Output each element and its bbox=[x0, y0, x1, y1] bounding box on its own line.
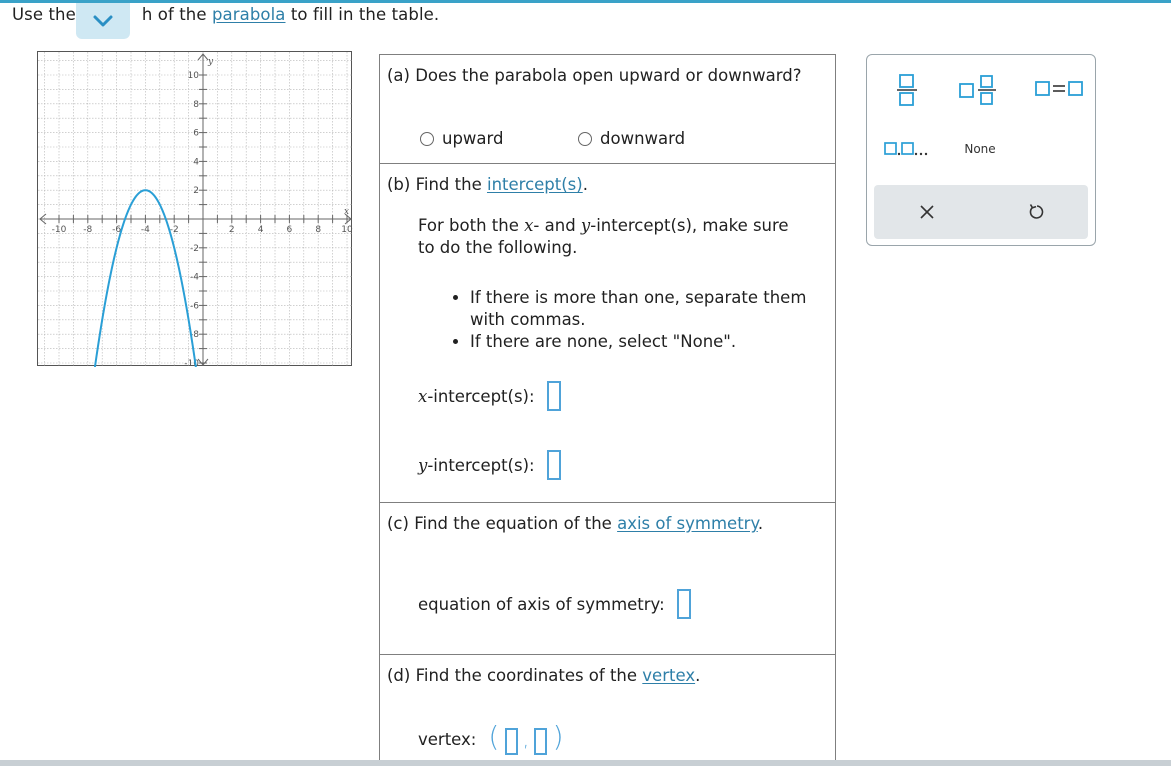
clear-button[interactable] bbox=[910, 197, 944, 227]
open-paren: ( bbox=[488, 720, 500, 753]
question-table: (a) Does the parabola open upward or dow… bbox=[379, 54, 836, 766]
y-intercept-label: y-intercept(s): bbox=[418, 456, 535, 475]
vertex-label: vertex: bbox=[418, 729, 477, 749]
bottom-scroll-bar[interactable] bbox=[0, 760, 1171, 766]
undo-button[interactable] bbox=[1020, 197, 1054, 227]
part-d-suffix: . bbox=[695, 666, 701, 685]
y-var-label: y bbox=[418, 455, 428, 475]
x-intercept-field: x-intercept(s): bbox=[418, 381, 561, 411]
x-tick-label: -8 bbox=[83, 225, 92, 235]
comma: , bbox=[522, 727, 530, 751]
chevron-down-icon bbox=[93, 15, 113, 27]
part-b-suffix: . bbox=[582, 175, 588, 194]
part-c-suffix: . bbox=[757, 514, 764, 533]
parabola-link[interactable]: parabola bbox=[212, 5, 286, 24]
y-intercept-input[interactable] bbox=[546, 450, 561, 480]
axis-of-symmetry-link[interactable]: axis of symmetry bbox=[617, 514, 758, 533]
part-d-section: (d) Find the coordinates of the vertex. … bbox=[380, 655, 835, 765]
part-c-section: (c) Find the equation of the axis of sym… bbox=[380, 503, 835, 655]
downward-radio[interactable] bbox=[578, 131, 592, 146]
part-c-prefix: (c) Find the equation of the bbox=[387, 514, 612, 533]
box-equals-box-icon bbox=[1035, 81, 1083, 96]
part-b-instructions: For both the x- and y-intercept(s), make… bbox=[418, 215, 828, 259]
downward-label: downward bbox=[600, 129, 686, 148]
x-tick-label: 8 bbox=[315, 225, 321, 235]
instruction-after: to fill in the table. bbox=[290, 5, 440, 24]
instruction-before: Use the bbox=[12, 5, 76, 24]
vertex-x-input[interactable] bbox=[504, 728, 518, 755]
y-intercept-field: y-intercept(s): bbox=[418, 450, 561, 480]
part-b-question: (b) Find the intercept(s). bbox=[387, 175, 588, 194]
parabola-graph: -10 -8 -6 -4 -2 2 4 6 8 10 10 8 6 4 2 -2 -4 -6 -8 -10 x y bbox=[37, 51, 353, 367]
y-variable: y bbox=[580, 216, 591, 235]
y-tick-label: 6 bbox=[193, 129, 199, 139]
upward-radio[interactable] bbox=[420, 131, 434, 146]
part-a-section: (a) Does the parabola open upward or dow… bbox=[380, 55, 835, 164]
y-tick-label: 8 bbox=[193, 100, 199, 110]
x-intercept-input[interactable] bbox=[546, 381, 561, 411]
x-axis-label: x bbox=[344, 207, 349, 217]
x-tick-label: 6 bbox=[287, 225, 293, 235]
x-tick-label: -4 bbox=[141, 225, 150, 235]
option-upward[interactable]: upward bbox=[420, 129, 504, 148]
vertex-field: vertex: ( , ) bbox=[418, 723, 564, 755]
none-button[interactable]: None bbox=[951, 135, 1009, 163]
fraction-icon bbox=[897, 74, 917, 106]
intercept-rules-list: If there is more than one, separate them… bbox=[448, 287, 828, 353]
collapse-toggle-button[interactable] bbox=[76, 3, 130, 39]
part-c-question: (c) Find the equation of the axis of sym… bbox=[387, 514, 763, 533]
instr-text-3: -intercept(s), make sure bbox=[590, 216, 789, 235]
part-d-prefix: (d) Find the coordinates of the bbox=[387, 666, 638, 685]
vertex-coordinate-input: ( , ) bbox=[488, 720, 564, 755]
equation-button[interactable] bbox=[1031, 73, 1087, 105]
x-var-label: x bbox=[418, 386, 428, 406]
axis-of-symmetry-input[interactable] bbox=[676, 589, 691, 619]
part-a-question: (a) Does the parabola open upward or dow… bbox=[387, 66, 802, 85]
option-downward[interactable]: downward bbox=[578, 129, 685, 148]
upward-label: upward bbox=[442, 129, 504, 148]
x-tick-label: 10 bbox=[341, 225, 353, 235]
y-tick-label: -2 bbox=[190, 244, 199, 254]
x-tick-label: 2 bbox=[229, 225, 235, 235]
instr-text-2: - and bbox=[533, 216, 576, 235]
part-b-prefix: (b) Find the bbox=[387, 175, 482, 194]
answer-palette: □,□,... None bbox=[866, 54, 1096, 246]
y-intercept-label-text: -intercept(s): bbox=[427, 455, 535, 475]
axis-of-symmetry-field: equation of axis of symmetry: bbox=[418, 589, 691, 619]
fraction-button[interactable] bbox=[889, 69, 925, 111]
y-tick-label: -6 bbox=[190, 301, 199, 311]
rule-item: If there is more than one, separate them… bbox=[470, 287, 828, 331]
x-intercept-label-text: -intercept(s): bbox=[427, 386, 535, 406]
rule-item: If there are none, select "None". bbox=[470, 331, 828, 353]
vertex-y-input[interactable] bbox=[534, 728, 548, 755]
intercepts-link[interactable]: intercept(s) bbox=[487, 175, 583, 194]
close-paren: ) bbox=[552, 720, 564, 753]
palette-actions bbox=[874, 185, 1088, 239]
y-axis-label: y bbox=[207, 57, 214, 67]
undo-icon bbox=[1029, 204, 1044, 219]
list-icon: □,□,... bbox=[884, 142, 928, 156]
x-intercept-label: x-intercept(s): bbox=[418, 387, 535, 406]
close-icon bbox=[920, 205, 934, 219]
x-tick-label: 4 bbox=[258, 225, 264, 235]
mixed-number-icon bbox=[959, 75, 996, 105]
graph-canvas: -10 -8 -6 -4 -2 2 4 6 8 10108642-2-4-6-8-10xy bbox=[38, 52, 353, 367]
y-tick-label: 4 bbox=[193, 157, 199, 167]
list-button[interactable]: □,□,... bbox=[881, 135, 933, 163]
instr-text-1: For both the bbox=[418, 216, 519, 235]
y-tick-label: 2 bbox=[193, 186, 199, 196]
axis-of-symmetry-label: equation of axis of symmetry: bbox=[418, 594, 665, 614]
mixed-number-button[interactable] bbox=[955, 69, 1003, 111]
top-accent-line bbox=[0, 0, 1171, 3]
y-tick-label: 10 bbox=[188, 71, 200, 81]
x-tick-label: -10 bbox=[52, 225, 67, 235]
y-tick-label: -4 bbox=[190, 273, 199, 283]
part-d-question: (d) Find the coordinates of the vertex. bbox=[387, 666, 700, 685]
vertex-link[interactable]: vertex bbox=[642, 666, 695, 685]
none-label: None bbox=[964, 142, 996, 156]
instruction-middle: h of the bbox=[141, 5, 207, 24]
instr-text-4: to do the following. bbox=[418, 238, 578, 257]
part-b-section: (b) Find the intercept(s). For both the … bbox=[380, 164, 835, 503]
y-tick-label: -10 bbox=[184, 359, 199, 367]
